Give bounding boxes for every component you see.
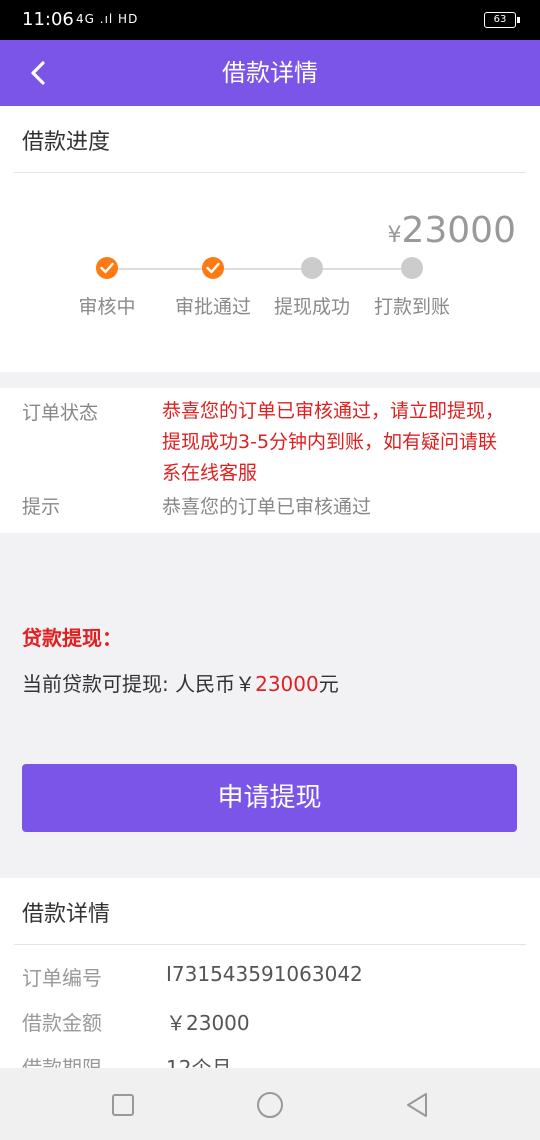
step-dot-3 [301, 257, 323, 279]
back-triangle-icon[interactable] [402, 1090, 432, 1120]
home-icon[interactable] [255, 1090, 285, 1120]
check-icon [206, 262, 220, 274]
currency-symbol: ¥ [387, 223, 402, 248]
check-icon [100, 262, 114, 274]
order-status-label: 订单状态 [22, 402, 99, 424]
page-title: 借款详情 [222, 59, 318, 87]
status-time: 11:06 [22, 9, 74, 30]
withdraw-info: 当前贷款可提现: 人民币￥23000元 [22, 668, 339, 697]
apply-withdraw-button[interactable]: 申请提现 [22, 764, 517, 832]
battery-icon: 63 [484, 12, 520, 28]
recent-apps-icon[interactable] [108, 1090, 138, 1120]
order-status-card: 订单状态 恭喜您的订单已审核通过，请立即提现，提现成功3-5分钟内到账，如有疑问… [0, 388, 540, 533]
step-label-3: 提现成功 [273, 296, 351, 318]
step-dot-4 [401, 257, 423, 279]
step-dot-2 [202, 257, 224, 279]
detail-label-order-no: 订单编号 [22, 966, 102, 990]
hint-text: 恭喜您的订单已审核通过 [162, 496, 372, 518]
detail-value-term: 12个月 [166, 1056, 232, 1068]
signal-icon: 4G .ıl HD [76, 12, 139, 26]
divider [14, 172, 526, 173]
hint-label: 提示 [22, 496, 61, 518]
progress-track [107, 268, 413, 270]
detail-label-amount: 借款金额 [22, 1011, 102, 1035]
step-label-2: 审批通过 [174, 296, 252, 318]
system-nav-bar [0, 1068, 540, 1140]
detail-value-amount: ￥23000 [166, 1011, 250, 1035]
order-status-text: 恭喜您的订单已审核通过，请立即提现，提现成功3-5分钟内到账，如有疑问请联系在线… [162, 400, 505, 484]
withdraw-suffix: 元 [318, 672, 339, 696]
withdraw-amount: 23000 [255, 672, 319, 696]
nav-bar: 借款详情 [0, 40, 540, 106]
step-label-4: 打款到账 [373, 296, 451, 318]
withdraw-title: 贷款提现： [22, 626, 122, 650]
detail-label-term: 借款期限 [22, 1056, 102, 1068]
amount-value: 23000 [401, 210, 516, 251]
step-label-1: 审核中 [78, 296, 136, 318]
step-dot-1 [96, 257, 118, 279]
status-bar: 11:06 4G .ıl HD 63 [0, 0, 540, 40]
progress-heading: 借款进度 [22, 130, 111, 155]
divider [14, 944, 526, 945]
withdraw-prefix: 当前贷款可提现: 人民币￥ [22, 672, 256, 696]
loan-progress-card: 借款进度 ¥23000 [0, 106, 540, 372]
loan-details-card: 借款详情 订单编号 I731543591063042 借款金额 ￥23000 借… [0, 878, 540, 1068]
detail-value-order-no: I731543591063042 [166, 962, 363, 986]
details-heading: 借款详情 [22, 902, 111, 927]
progress-amount: ¥23000 [387, 210, 516, 251]
